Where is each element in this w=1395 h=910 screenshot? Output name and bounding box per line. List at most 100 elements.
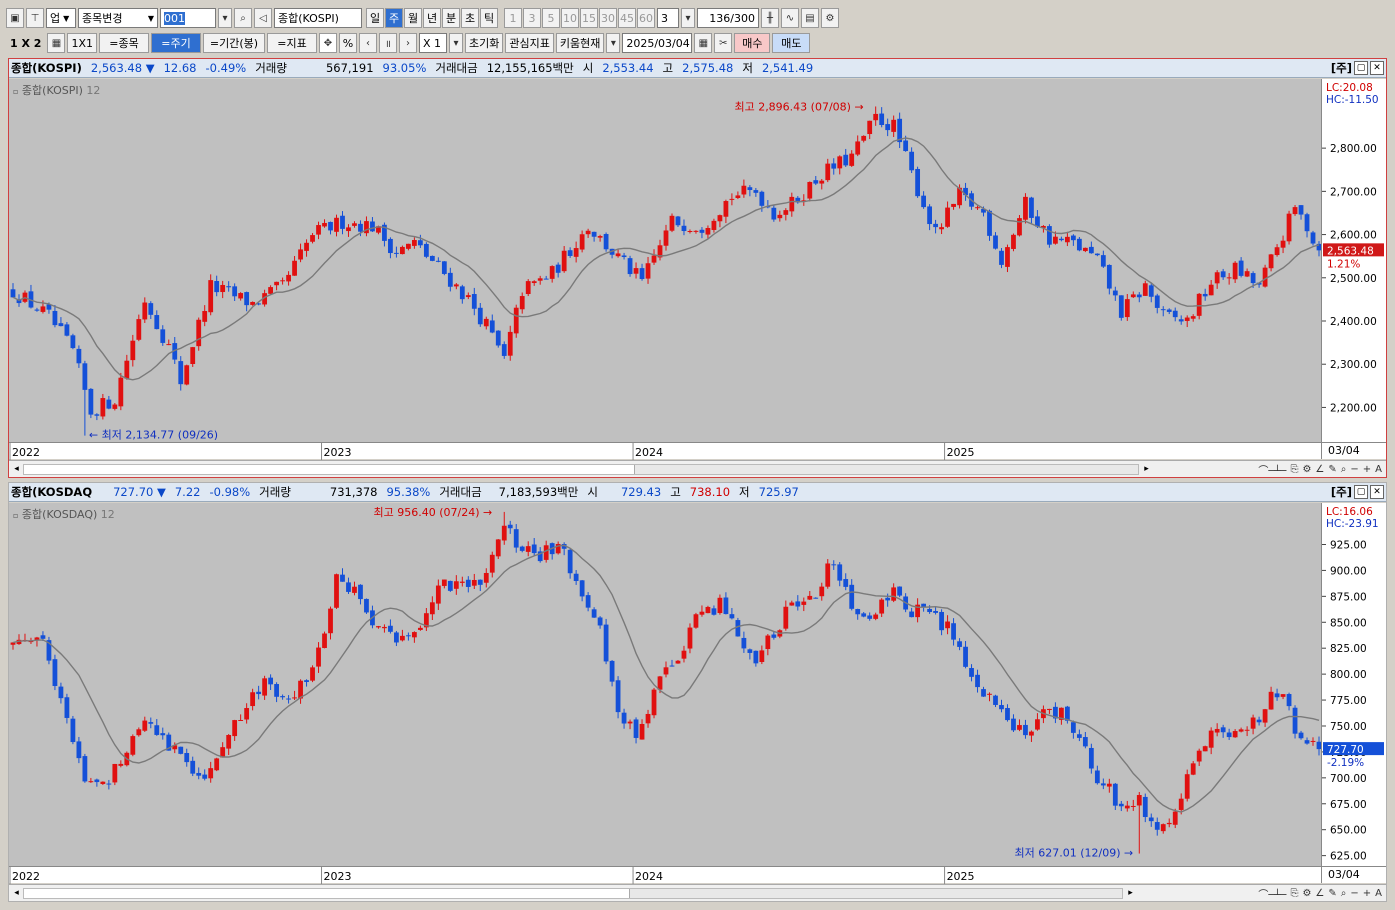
kosdaq-scrollbar[interactable]: ◂ ▸ ⌒─┴─ ⎘ ⚙ ∠ ✎ ⌕ − + A [9,884,1386,901]
next-icon[interactable]: › [399,33,417,53]
calendar-icon[interactable]: ▦ [694,33,713,53]
sync-range-button[interactable]: =기간(봉) [203,33,265,53]
period-tab-0[interactable]: 일 [366,8,384,28]
chevron-down-icon[interactable]: ▾ [449,33,463,53]
scroll-thumb[interactable] [634,465,1138,474]
chevron-down-icon[interactable]: ▾ [606,33,621,53]
minute-select[interactable]: 3 [657,8,679,28]
scroll-right-icon[interactable]: ▸ [1140,462,1153,476]
minute-tab-0[interactable]: 1 [504,8,522,28]
search-icon[interactable]: ⌕ [234,8,252,28]
scroll-right-icon[interactable]: ▸ [1124,886,1137,900]
percent-button[interactable]: % [339,33,357,53]
camera-icon[interactable]: ⎘ [1290,464,1298,475]
one-by-one-button[interactable]: 1X1 [67,33,97,53]
sync-indicator-button[interactable]: =지표 [267,33,317,53]
grid-icon[interactable]: ▦ [47,33,66,53]
camera-icon[interactable]: ⎘ [1290,888,1298,899]
save-icon[interactable]: ▤ [801,8,819,28]
chevron-down-icon[interactable]: ▾ [681,8,695,28]
collapse-icon[interactable]: ▫ [13,87,18,96]
stock-change-select[interactable]: 종목변경 ▼ [78,8,158,28]
zoom-slider-icon[interactable]: ⌒─┴─ [1258,886,1286,901]
scroll-track[interactable] [23,464,1139,475]
minute-tab-3[interactable]: 10 [561,8,579,28]
close-icon[interactable]: ✕ [1370,485,1384,499]
maximize-icon[interactable]: ▢ [1354,485,1368,499]
period-tab-5[interactable]: 초 [461,8,479,28]
scroll-thumb[interactable] [629,889,1122,898]
kospi-plot-area[interactable]: 최고 2,896.43 (07/08) → ← 최저 2,134.77 (09/2… [9,79,1322,442]
period-tab-4[interactable]: 분 [442,8,460,28]
line-chart-icon[interactable]: ∿ [781,8,799,28]
zoom-in-icon[interactable]: + [1363,464,1371,475]
buy-button[interactable]: 매수 [734,33,771,53]
date-input[interactable]: 2025/03/04 [622,33,693,53]
settings-icon[interactable]: ⚙ [1302,464,1311,475]
search-icon[interactable]: ⌕ [1341,888,1347,899]
count-input[interactable]: 136/300 [697,8,759,28]
scroll-left-icon[interactable]: ◂ [10,462,23,476]
window-icon[interactable]: ▣ [6,8,24,28]
draw-icon[interactable]: ∠ [1315,464,1324,475]
y-tick-label: 875.00 [1330,591,1367,603]
scissors-icon[interactable]: ✂ [714,33,733,53]
period-tab-6[interactable]: 틱 [480,8,498,28]
zoom-slider-icon[interactable]: ⌒─┴─ [1258,462,1286,477]
collapse-icon[interactable]: ▫ [13,511,18,520]
pen-icon[interactable]: ✎ [1328,888,1336,899]
minute-tab-1[interactable]: 3 [523,8,541,28]
minute-tab-5[interactable]: 30 [599,8,617,28]
candle-body [1124,805,1130,809]
maximize-icon[interactable]: ▢ [1354,61,1368,75]
kiwoom-current-button[interactable]: 키움현재 [555,33,605,53]
pin-icon[interactable]: ⊤ [26,8,44,28]
draw-icon[interactable]: ∠ [1315,888,1324,899]
series-label: 종합(KOSPI) [21,84,83,97]
settings-icon[interactable]: ⚙ [1302,888,1311,899]
sync-period-button[interactable]: =주기 [151,33,201,53]
candle-body [531,544,537,554]
period-tab-1[interactable]: 주 [385,8,403,28]
candle-body [711,220,717,230]
scroll-track[interactable] [23,888,1123,899]
candle-body [987,693,992,695]
scale-select[interactable]: X 1 [419,33,447,53]
speaker-icon[interactable]: ◁ [254,8,272,28]
candle-icon[interactable]: ╫ [761,8,779,28]
kosdaq-plot-area[interactable]: 최고 956.40 (07/24) → 최저 627.01 (12/09) → ▫… [9,503,1322,866]
candle-body [382,626,387,629]
reset-button[interactable]: 초기화 [465,33,504,53]
scroll-left-icon[interactable]: ◂ [10,886,23,900]
font-icon[interactable]: A [1375,888,1382,899]
pen-icon[interactable]: ✎ [1328,464,1336,475]
minute-tab-7[interactable]: 60 [637,8,655,28]
amount-label: 거래대금 [439,485,482,499]
move-icon[interactable]: ✥ [319,33,337,53]
sync-stock-button[interactable]: =종목 [99,33,149,53]
price-tag-pct: 1.21% [1327,258,1360,270]
minute-tab-4[interactable]: 15 [580,8,598,28]
kospi-scrollbar[interactable]: ◂ ▸ ⌒─┴─ ⎘ ⚙ ∠ ✎ ⌕ − + A [9,460,1386,477]
chevron-down-icon[interactable]: ▾ [218,8,232,28]
prev-icon[interactable]: ‹ [359,33,377,53]
gear-icon[interactable]: ⚙ [821,8,839,28]
font-icon[interactable]: A [1375,464,1382,475]
zoom-in-icon[interactable]: + [1363,888,1371,899]
code-input[interactable]: 001 [160,8,216,28]
period-tab-2[interactable]: 월 [404,8,422,28]
minute-tab-6[interactable]: 45 [618,8,636,28]
market-select[interactable]: 업 ▼ [46,8,76,28]
zoom-out-icon[interactable]: − [1350,888,1358,899]
kospi-y-axis[interactable]: LC:20.08 HC:-11.50 2,200.00 2,300.00 2,400.0… [1321,79,1386,442]
sell-button[interactable]: 매도 [772,33,811,53]
kosdaq-y-axis[interactable]: LC:16.06 HC:-23.91 625.00 650.00 675.00 700.0… [1321,503,1386,866]
close-icon[interactable]: ✕ [1370,61,1384,75]
search-icon[interactable]: ⌕ [1341,464,1347,475]
candle-body [58,323,64,327]
period-tab-3[interactable]: 년 [423,8,441,28]
minute-tab-2[interactable]: 5 [542,8,560,28]
pause-icon[interactable]: ॥ [379,33,397,53]
zoom-out-icon[interactable]: − [1350,464,1358,475]
watch-indicator-button[interactable]: 관심지표 [505,33,554,53]
